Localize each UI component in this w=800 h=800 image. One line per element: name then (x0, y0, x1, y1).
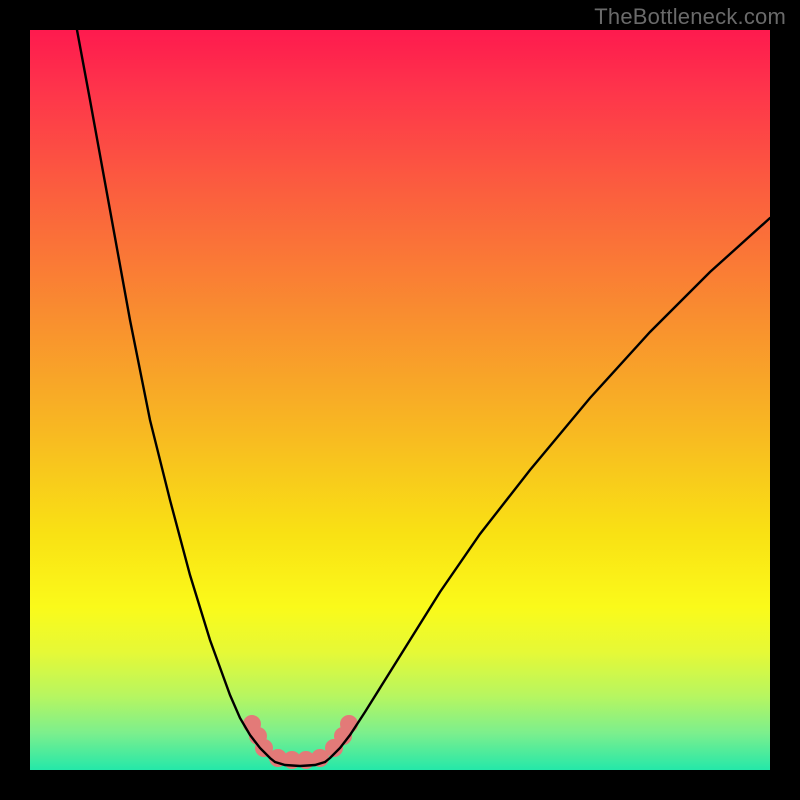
plot-area (30, 30, 770, 770)
valley-markers (244, 716, 358, 769)
valley-marker-dot (256, 740, 273, 757)
curve-left-branch (77, 30, 275, 762)
watermark-text: TheBottleneck.com (594, 4, 786, 30)
curve-layer (30, 30, 770, 770)
valley-marker-dot (341, 716, 358, 733)
chart-frame: TheBottleneck.com (0, 0, 800, 800)
curve-right-branch (325, 218, 770, 762)
